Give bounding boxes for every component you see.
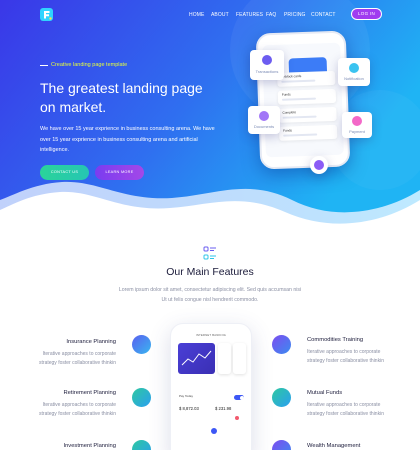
floating-card-label: Documents	[253, 124, 275, 129]
mutual-funds-icon	[272, 388, 291, 407]
phone-row-bar	[282, 115, 317, 119]
notification-icon	[349, 63, 359, 73]
floating-card-notification: Notification	[338, 58, 370, 86]
wealth-icon	[272, 440, 291, 450]
phone-row-label: Funds	[282, 128, 292, 133]
feature-text: Iterative approaches to corporate strate…	[307, 402, 384, 417]
feature-title: Mutual Funds	[307, 390, 343, 396]
feature-retirement-planning: Retirement Planning Iterative approaches…	[21, 386, 151, 426]
features-title: Our Main Features	[166, 266, 254, 278]
feature-wealth-management: Wealth Management	[272, 440, 402, 450]
balance-chart	[181, 350, 212, 366]
feature-title: Insurance Planning	[66, 339, 116, 345]
floating-card-transactions: Transactions	[250, 50, 284, 80]
floating-badge	[310, 156, 328, 174]
documents-icon	[259, 111, 269, 121]
nav-item-features[interactable]: FEATURES	[236, 11, 263, 19]
hero-description: We have over 15 year exprience in busine…	[40, 126, 215, 153]
phone-row: Funds	[278, 124, 338, 141]
hero-section: HOME ABOUT FEATURES FAQ PRICING CONTACT …	[0, 0, 420, 240]
pay-today-label: Pay Today	[179, 394, 193, 398]
features-subtitle: Lorem ipsum dolor sit amet, consectetur …	[118, 287, 302, 303]
feature-title: Investment Planning	[63, 443, 116, 449]
transactions-icon	[262, 55, 272, 65]
features-phone-mockup: INTERNET BANKING Pay Today $ 8,872.03 $ …	[170, 323, 252, 450]
feature-title: Retirement Planning	[63, 390, 116, 396]
floating-card-label: Payment	[349, 129, 365, 134]
feature-text: Iterative approaches to corporate strate…	[39, 402, 116, 417]
summary-card	[233, 343, 246, 374]
floating-card-label: Transactions	[255, 69, 279, 74]
floating-card-documents: Documents	[248, 106, 280, 134]
nav-item-about[interactable]: ABOUT	[211, 11, 229, 19]
investment-icon	[132, 440, 151, 450]
phone-row-label: Funds	[281, 92, 291, 97]
hero-headline: The greatest landing page on market.	[40, 79, 240, 117]
feature-text: Iterative approaches to corporate strate…	[307, 349, 384, 364]
amount-1: $ 8,872.03	[179, 406, 199, 411]
phone-row: Funds	[277, 88, 337, 105]
feature-insurance-planning: Insurance Planning Iterative approaches …	[21, 333, 151, 373]
phone-row: Unblock cards	[277, 70, 336, 87]
phone-row-bar	[283, 133, 318, 137]
commodities-icon	[272, 335, 291, 354]
action-icon[interactable]	[211, 428, 217, 434]
alert-icon	[235, 416, 239, 420]
payment-icon	[352, 116, 362, 126]
tagline-divider	[40, 65, 48, 66]
floating-card-label: Notification	[344, 76, 364, 81]
phone-row: Complete	[278, 106, 337, 123]
hero-headline-line2: on market.	[40, 99, 107, 115]
feature-investment-planning: Investment Planning	[21, 440, 151, 450]
login-button[interactable]: LOG IN	[351, 8, 382, 20]
features-list-icon	[203, 246, 216, 260]
contact-us-button[interactable]: CONTACT US	[40, 165, 89, 180]
phone-row-bar	[281, 97, 316, 101]
hero-tagline: Creative landing page template	[51, 62, 128, 68]
phone-row-bar	[281, 79, 316, 83]
feature-title: Wealth Management	[307, 443, 361, 449]
badge-icon	[314, 160, 324, 170]
phone-row-label: Unblock cards	[281, 74, 302, 79]
learn-more-button[interactable]: LEARN MORE	[95, 165, 144, 180]
nav-item-pricing[interactable]: PRICING	[284, 11, 306, 19]
feature-title: Commodities Training	[307, 337, 364, 343]
retirement-icon	[132, 388, 151, 407]
nav-item-faq[interactable]: FAQ	[266, 11, 276, 19]
insurance-icon	[132, 335, 151, 354]
hero-headline-line1: The greatest landing page	[40, 80, 203, 96]
feature-text: Iterative approaches to corporate strate…	[39, 351, 116, 366]
phone-row-label: Complete	[282, 110, 297, 115]
feature-mutual-funds: Mutual Funds Iterative approaches to cor…	[272, 386, 402, 426]
phone-app-title: INTERNET BANKING	[195, 334, 227, 337]
summary-card	[218, 343, 231, 374]
nav-item-contact[interactable]: CONTACT	[311, 11, 336, 19]
amount-2: $ 231.98	[215, 406, 232, 411]
pay-today-toggle[interactable]	[234, 395, 244, 400]
balance-card	[178, 343, 215, 374]
floating-card-payment: Payment	[342, 112, 372, 138]
feature-commodities-training: Commodities Training Iterative approache…	[272, 333, 402, 373]
nav-item-home[interactable]: HOME	[189, 11, 204, 19]
